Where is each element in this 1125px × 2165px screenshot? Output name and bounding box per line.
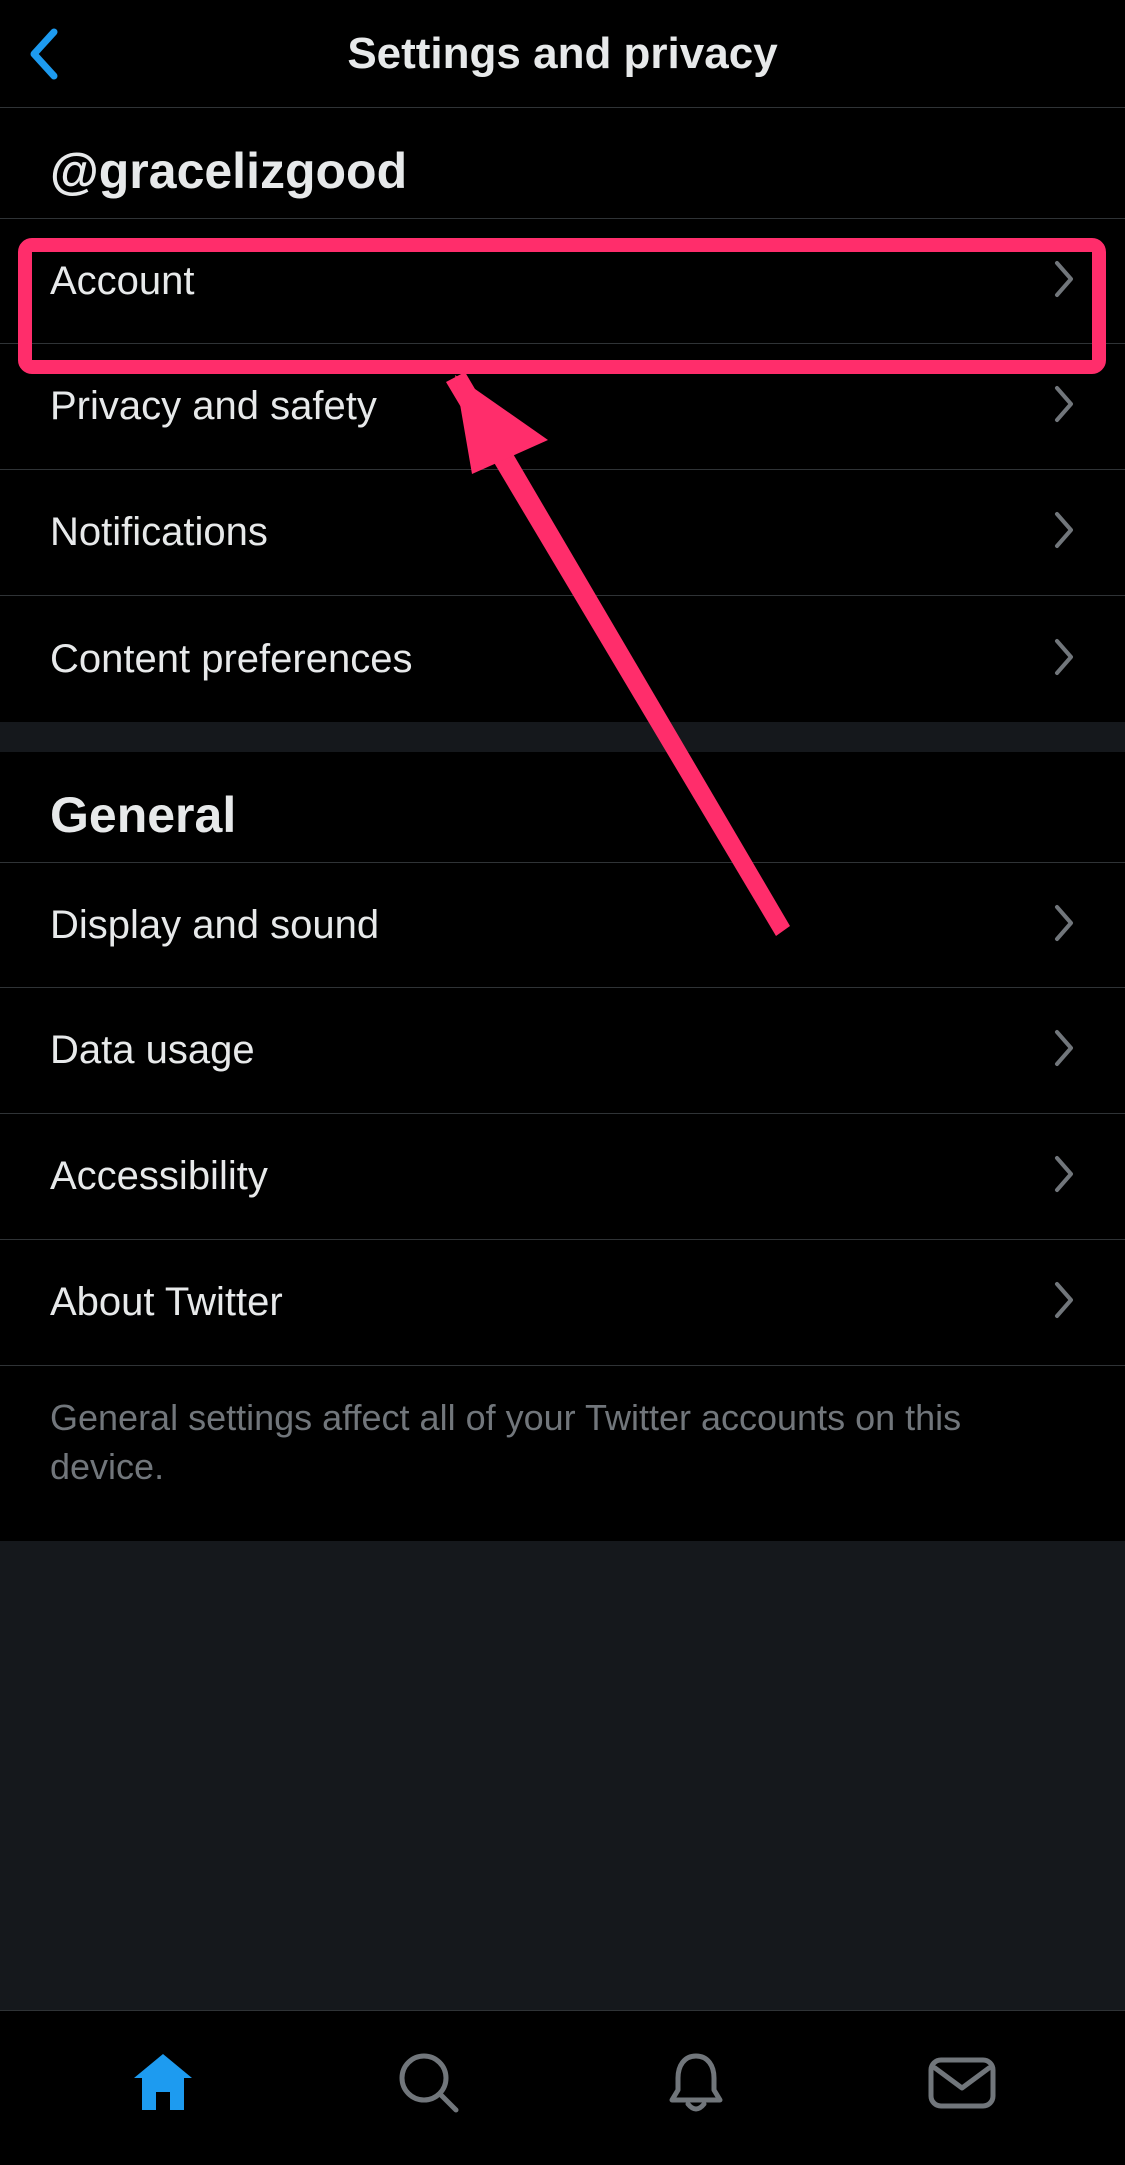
home-icon <box>130 2052 196 2114</box>
row-label: Accessibility <box>50 1154 268 1199</box>
page-title: Settings and privacy <box>347 29 777 79</box>
settings-row-notifications[interactable]: Notifications <box>0 470 1125 596</box>
user-section: @gracelizgood Account Privacy and safety… <box>0 108 1125 722</box>
chevron-right-icon <box>1053 259 1075 304</box>
row-label: Notifications <box>50 510 268 555</box>
chevron-right-icon <box>1053 1280 1075 1325</box>
row-label: About Twitter <box>50 1280 283 1325</box>
settings-row-content-preferences[interactable]: Content preferences <box>0 596 1125 722</box>
mail-icon <box>927 2056 997 2110</box>
settings-row-privacy-safety[interactable]: Privacy and safety <box>0 344 1125 470</box>
general-header: General <box>0 752 1125 862</box>
chevron-right-icon <box>1053 510 1075 555</box>
section-divider <box>0 722 1125 752</box>
chevron-right-icon <box>1053 637 1075 682</box>
settings-row-accessibility[interactable]: Accessibility <box>0 1114 1125 1240</box>
settings-row-account[interactable]: Account <box>0 218 1125 344</box>
row-label: Privacy and safety <box>50 384 377 429</box>
chevron-right-icon <box>1053 1154 1075 1199</box>
row-label: Display and sound <box>50 903 379 948</box>
row-label: Data usage <box>50 1028 255 1073</box>
row-label: Account <box>50 259 195 304</box>
tab-home[interactable] <box>118 2038 208 2128</box>
tab-messages[interactable] <box>917 2038 1007 2128</box>
chevron-left-icon <box>28 28 58 80</box>
username-header: @gracelizgood <box>0 108 1125 218</box>
general-section: General Display and sound Data usage Acc… <box>0 752 1125 1541</box>
chevron-right-icon <box>1053 903 1075 948</box>
row-label: Content preferences <box>50 637 412 682</box>
bell-icon <box>666 2050 726 2116</box>
settings-row-display-sound[interactable]: Display and sound <box>0 862 1125 988</box>
chevron-right-icon <box>1053 1028 1075 1073</box>
back-button[interactable] <box>28 0 58 108</box>
general-footnote: General settings affect all of your Twit… <box>0 1366 1125 1541</box>
search-icon <box>396 2050 462 2116</box>
settings-row-about-twitter[interactable]: About Twitter <box>0 1240 1125 1366</box>
tab-notifications[interactable] <box>651 2038 741 2128</box>
header-bar: Settings and privacy <box>0 0 1125 108</box>
tab-bar <box>0 2010 1125 2165</box>
tab-search[interactable] <box>384 2038 474 2128</box>
settings-row-data-usage[interactable]: Data usage <box>0 988 1125 1114</box>
chevron-right-icon <box>1053 384 1075 429</box>
